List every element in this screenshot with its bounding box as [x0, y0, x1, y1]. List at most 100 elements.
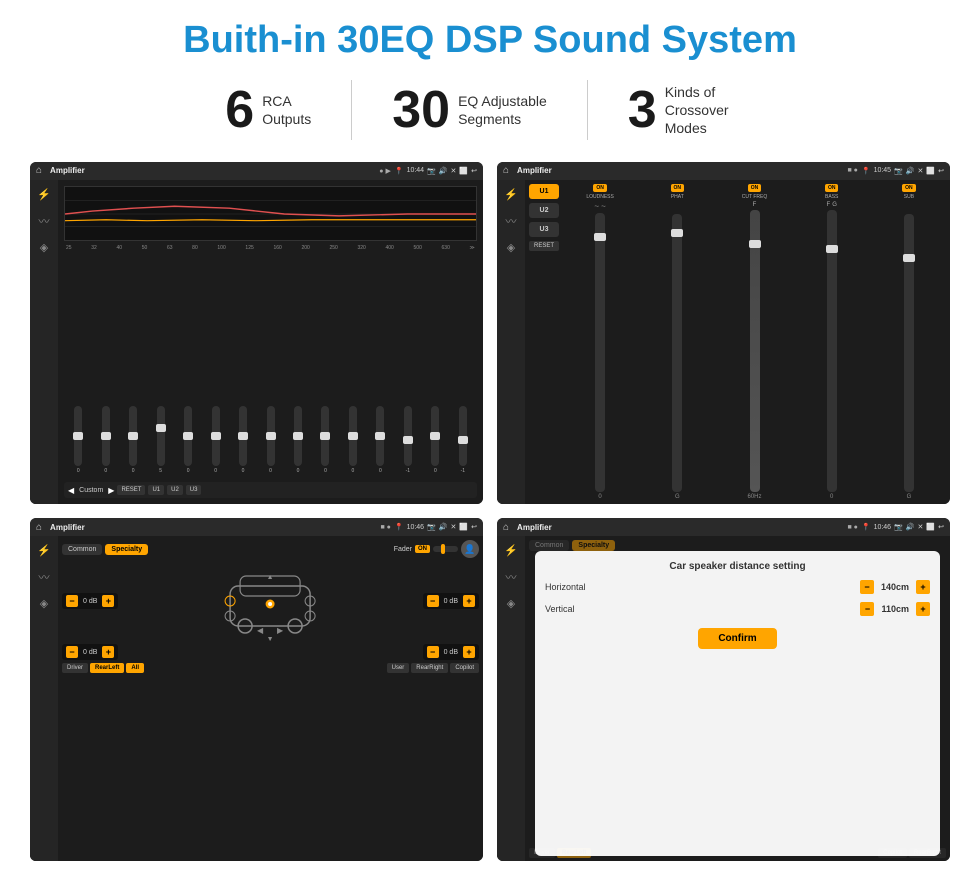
eq-u2-btn[interactable]: U2: [167, 485, 183, 495]
db-plus-3[interactable]: +: [102, 646, 114, 658]
dialog-sidebar-icon1[interactable]: ⚡: [504, 544, 518, 557]
cross-sidebar: ⚡ 〰 ◈: [30, 536, 58, 861]
stat-rca: 6 RCA Outputs: [185, 84, 351, 136]
amp-home-icon[interactable]: ⌂: [503, 165, 509, 176]
cross-btn-driver[interactable]: Driver: [62, 663, 88, 673]
cross-btn-rearright[interactable]: RearRight: [411, 663, 448, 673]
db-control-4: − 0 dB +: [423, 644, 479, 660]
db-val-2: 0 dB: [441, 598, 461, 605]
svg-text:▼: ▼: [267, 636, 274, 641]
cross-btn-copilot[interactable]: Copilot: [450, 663, 479, 673]
amp-main: U1 U2 U3 RESET ON LOUDNESS ~~ 0: [525, 180, 950, 505]
amp-cam-icon: 📷: [894, 167, 903, 175]
dialog-main: Common Specialty Car speaker distance se…: [525, 536, 950, 861]
svg-text:▶: ▶: [277, 626, 284, 635]
amp-back-icon[interactable]: ↩: [938, 167, 944, 175]
amp-expand-icon: ⬜: [926, 167, 935, 175]
dialog-vertical-row: Vertical − 110cm +: [545, 602, 930, 616]
cross-btn-user[interactable]: User: [387, 663, 410, 673]
dialog-sidebar-icon3[interactable]: ◈: [507, 597, 515, 610]
eq-slider-7: 0: [258, 406, 282, 474]
eq-main: 25 32 40 50 63 80 100 125 160 200 250 32…: [58, 180, 483, 505]
eq-back-icon[interactable]: ↩: [471, 167, 477, 175]
eq-screen-title: Amplifier: [50, 166, 375, 175]
cross-settings-icon[interactable]: 👤: [461, 540, 479, 558]
dialog-horizontal-row: Horizontal − 140cm +: [545, 580, 930, 594]
loudness-slider[interactable]: [595, 213, 605, 493]
amp-x-icon: ✕: [918, 167, 924, 175]
cutfreq-slider[interactable]: [750, 210, 760, 493]
horizontal-spinner: − 140cm +: [860, 580, 930, 594]
amp-sidebar-icon2[interactable]: 〰: [506, 213, 517, 229]
vertical-plus-btn[interactable]: +: [916, 602, 930, 616]
horizontal-label: Horizontal: [545, 582, 854, 592]
eq-reset-btn[interactable]: RESET: [117, 485, 145, 495]
eq-sidebar-icon1[interactable]: ⚡: [37, 188, 51, 201]
cross-tab-specialty[interactable]: Specialty: [105, 544, 148, 555]
home-icon[interactable]: ⌂: [36, 165, 42, 176]
amp-col-loudness: ON LOUDNESS ~~ 0: [563, 184, 637, 501]
eq-sidebar-icon2[interactable]: 〰: [39, 213, 50, 229]
eq-play-btn[interactable]: ▶: [108, 486, 114, 495]
vertical-value: 110cm: [877, 604, 913, 614]
cross-tab-common[interactable]: Common: [62, 544, 102, 555]
eq-status: 📍 10:44 📷 🔊 ✕ ⬜ ↩: [395, 167, 477, 175]
sub-slider[interactable]: [904, 214, 914, 493]
phat-slider[interactable]: [672, 214, 682, 493]
dialog-screen-title: Amplifier: [517, 523, 843, 532]
cross-x-icon: ✕: [451, 523, 457, 531]
cross-sidebar-icon3[interactable]: ◈: [40, 597, 48, 610]
dialog-back-icon[interactable]: ↩: [938, 523, 944, 531]
cross-cam-icon: 📷: [427, 523, 436, 531]
db-plus-2[interactable]: +: [463, 595, 475, 607]
db-val-4: 0 dB: [441, 649, 461, 656]
eq-custom-label: Custom: [79, 487, 103, 494]
amp-sidebar-icon3[interactable]: ◈: [507, 241, 515, 254]
fader-on-badge: ON: [415, 545, 430, 553]
horizontal-minus-btn[interactable]: −: [860, 580, 874, 594]
bass-label: BASS: [825, 194, 838, 200]
fader-label: Fader: [394, 546, 412, 553]
amp-preset-u1[interactable]: U1: [529, 184, 559, 199]
horizontal-value: 140cm: [877, 582, 913, 592]
confirm-button[interactable]: Confirm: [698, 628, 776, 649]
eq-u3-btn[interactable]: U3: [186, 485, 202, 495]
cross-btn-rearleft[interactable]: RearLeft: [90, 663, 124, 673]
fader-thumb: [441, 544, 445, 554]
bass-slider[interactable]: [827, 210, 837, 493]
db-plus-1[interactable]: +: [102, 595, 114, 607]
amp-reset-btn[interactable]: RESET: [529, 241, 559, 251]
amp-screenshot: ⌂ Amplifier ■ ● 📍 10:45 📷 🔊 ✕ ⬜ ↩ ⚡ 〰 ◈: [497, 162, 950, 505]
eq-prev-btn[interactable]: ◀: [68, 486, 74, 495]
eq-slider-3: 5: [148, 406, 172, 474]
db-minus-2[interactable]: −: [427, 595, 439, 607]
db-control-2: − 0 dB +: [423, 593, 479, 609]
db-control-1: − 0 dB +: [62, 593, 118, 609]
db-plus-4[interactable]: +: [463, 646, 475, 658]
horizontal-plus-btn[interactable]: +: [916, 580, 930, 594]
cross-sidebar-icon1[interactable]: ⚡: [37, 544, 51, 557]
dialog-sidebar-icon2[interactable]: 〰: [506, 569, 517, 585]
cross-home-icon[interactable]: ⌂: [36, 522, 42, 533]
amp-preset-u2[interactable]: U2: [529, 203, 559, 218]
cross-tabs: Common Specialty: [62, 544, 148, 555]
db-minus-4[interactable]: −: [427, 646, 439, 658]
eq-pin-icon: 📍: [395, 167, 404, 175]
cross-screenshot: ⌂ Amplifier ■ ● 📍 10:46 📷 🔊 ✕ ⬜ ↩ ⚡ 〰 ◈: [30, 518, 483, 861]
db-minus-3[interactable]: −: [66, 646, 78, 658]
db-minus-1[interactable]: −: [66, 595, 78, 607]
stat-rca-number: 6: [225, 84, 254, 136]
amp-preset-u3[interactable]: U3: [529, 222, 559, 237]
cross-sidebar-icon2[interactable]: 〰: [39, 569, 50, 585]
eq-slider-13: 0: [423, 406, 447, 474]
eq-expand-icon: ⬜: [459, 167, 468, 175]
fader-track[interactable]: [433, 546, 458, 552]
amp-sidebar-icon1[interactable]: ⚡: [504, 188, 518, 201]
cross-back-icon[interactable]: ↩: [471, 523, 477, 531]
eq-sidebar-icon3[interactable]: ◈: [40, 241, 48, 254]
stat-rca-desc: RCA Outputs: [262, 92, 311, 128]
dialog-home-icon[interactable]: ⌂: [503, 522, 509, 533]
cross-btn-all[interactable]: All: [126, 663, 144, 673]
eq-u1-btn[interactable]: U1: [148, 485, 164, 495]
vertical-minus-btn[interactable]: −: [860, 602, 874, 616]
